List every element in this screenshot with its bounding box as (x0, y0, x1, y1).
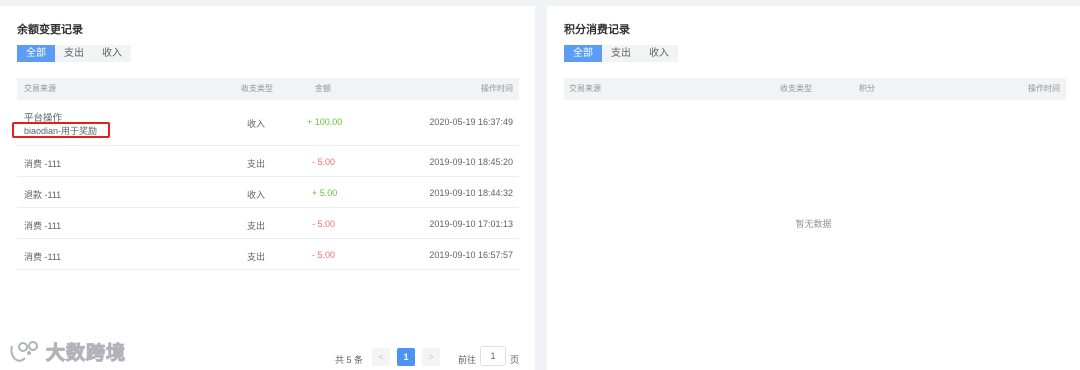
tab-income[interactable]: 收入 (640, 45, 678, 62)
goto-page-input[interactable]: 1 (480, 346, 506, 366)
page-button-1[interactable]: 1 (397, 348, 415, 366)
row-amount: - 5.00 (312, 157, 336, 167)
row-time: 2019-09-10 18:44:32 (429, 188, 513, 198)
column-header-source: 交易来源 (569, 84, 601, 93)
column-header-points: 积分 (859, 84, 875, 93)
watermark-text: 大数跨境 (45, 343, 127, 365)
row-time: 2019-09-10 18:45:20 (429, 157, 513, 167)
points-panel: 积分消费记录 全部 支出 收入 交易来源 收支类型 积分 操作时间 暂无数据 (547, 6, 1080, 370)
watermark-logo-icon (10, 340, 38, 362)
tab-all[interactable]: 全部 (564, 45, 602, 62)
column-header-source: 交易来源 (24, 84, 56, 93)
row-type: 支出 (247, 159, 266, 169)
tab-expense[interactable]: 支出 (602, 45, 640, 62)
points-tabs: 全部 支出 收入 (564, 45, 678, 62)
balance-table: 交易来源 收支类型 金额 操作时间 平台操作 biaodian-用于奖励 收入 … (17, 78, 519, 270)
row-type: 收入 (247, 190, 266, 200)
empty-state-text: 暂无数据 (795, 219, 832, 229)
row-source: 退款 -111 (24, 190, 62, 200)
tab-income[interactable]: 收入 (93, 45, 131, 62)
balance-tabs: 全部 支出 收入 (17, 45, 131, 62)
next-page-button[interactable]: > (422, 348, 440, 366)
table-row: 消费 -111 支出 - 5.00 2019-09-10 18:45:20 (17, 146, 519, 177)
row-source: 消费 -111 (24, 159, 62, 169)
row-type: 收入 (247, 119, 266, 129)
pagination-total: 共 5 条 (335, 355, 364, 365)
table-row: 消费 -111 支出 - 5.00 2019-09-10 17:01:13 (17, 208, 519, 239)
tab-expense[interactable]: 支出 (55, 45, 93, 62)
balance-panel: 余额变更记录 全部 支出 收入 交易来源 收支类型 金额 操作时间 平台操作 b… (0, 6, 535, 370)
row-type: 支出 (247, 221, 266, 231)
watermark: 大数跨境 (8, 338, 126, 365)
column-header-time: 操作时间 (481, 84, 513, 93)
row-type: 支出 (247, 252, 266, 262)
row-source: 消费 -111 (24, 252, 62, 262)
column-header-type: 收支类型 (241, 84, 273, 93)
row-amount: + 5.00 (312, 188, 338, 198)
column-header-time: 操作时间 (1028, 84, 1060, 93)
row-amount: - 5.00 (312, 250, 336, 260)
page-unit-label: 页 (510, 355, 520, 365)
table-header: 交易来源 收支类型 积分 操作时间 (564, 78, 1066, 100)
column-header-amount: 金额 (315, 84, 331, 93)
tab-all[interactable]: 全部 (17, 45, 55, 62)
row-time: 2019-09-10 16:57:57 (429, 250, 513, 260)
goto-label: 前往 (458, 355, 477, 365)
table-row: 消费 -111 支出 - 5.00 2019-09-10 16:57:57 (17, 239, 519, 270)
prev-page-button[interactable]: < (372, 348, 390, 366)
panel-title: 积分消费记录 (564, 24, 630, 36)
row-source: 消费 -111 (24, 221, 62, 231)
row-amount: + 100.00 (307, 117, 343, 127)
column-header-type: 收支类型 (780, 84, 812, 93)
row-amount: - 5.00 (312, 219, 336, 229)
points-table: 交易来源 收支类型 积分 操作时间 (564, 78, 1066, 100)
row-time: 2019-09-10 17:01:13 (429, 219, 513, 229)
row-time: 2020-05-19 16:37:49 (429, 117, 513, 127)
panel-title: 余额变更记录 (17, 24, 83, 36)
table-header: 交易来源 收支类型 金额 操作时间 (17, 78, 519, 100)
table-row: 退款 -111 收入 + 5.00 2019-09-10 18:44:32 (17, 177, 519, 208)
highlight-box (12, 122, 110, 138)
